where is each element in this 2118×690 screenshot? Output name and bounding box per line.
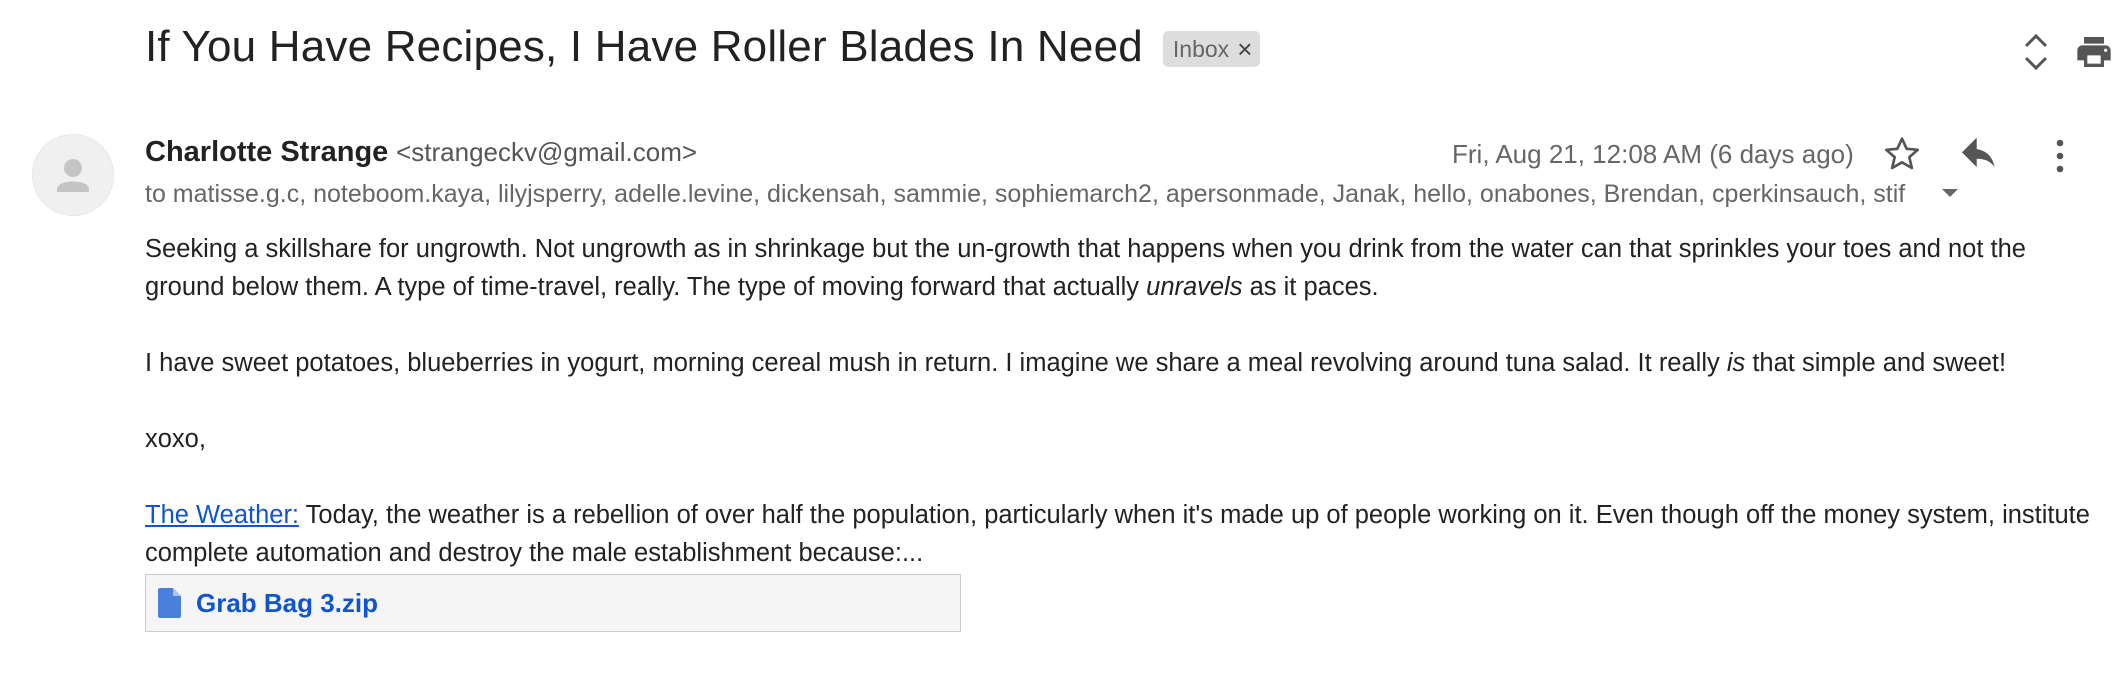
body-paragraph: I have sweet potatoes, blueberries in yo… — [145, 349, 2007, 377]
body-paragraph: The Weather: Today, the weather is a reb… — [145, 501, 2090, 567]
remove-label-button[interactable]: × — [1237, 34, 1252, 65]
email-date: Fri, Aug 21, 12:08 AM (6 days ago) — [1452, 139, 1854, 169]
print-icon[interactable] — [2074, 32, 2114, 77]
person-icon — [57, 159, 89, 192]
sender-line: Charlotte Strange <strangeckv@gmail.com> — [145, 136, 697, 169]
inbox-label-chip[interactable]: Inbox × — [1162, 31, 1261, 67]
more-vert-icon[interactable] — [2052, 136, 2068, 181]
body-paragraph: Seeking a skillshare for ungrowth. Not u… — [145, 235, 2026, 301]
sender-avatar[interactable] — [32, 134, 114, 216]
attachment-card[interactable]: Grab Bag 3.zip — [145, 574, 961, 632]
reply-icon[interactable] — [1960, 136, 2000, 177]
subject-row: If You Have Recipes, I Have Roller Blade… — [145, 22, 1261, 72]
recipients-list: to matisse.g.c, noteboom.kaya, lilyjsper… — [145, 180, 1906, 208]
sender-name[interactable]: Charlotte Strange — [145, 136, 388, 168]
star-icon[interactable] — [1882, 134, 1922, 179]
email-subject: If You Have Recipes, I Have Roller Blade… — [145, 22, 1143, 71]
label-text: Inbox — [1172, 35, 1230, 62]
attachment-name: Grab Bag 3.zip — [196, 587, 379, 618]
expand-collapse-icon[interactable] — [2018, 30, 2054, 79]
caret-down-icon[interactable] — [1941, 186, 1959, 204]
email-body: Seeking a skillshare for ungrowth. Not u… — [145, 230, 2090, 572]
file-icon — [158, 588, 182, 618]
body-signoff: xoxo, — [145, 425, 206, 453]
sender-email: <strangeckv@gmail.com> — [396, 137, 698, 167]
weather-link[interactable]: The Weather: — [145, 501, 299, 529]
